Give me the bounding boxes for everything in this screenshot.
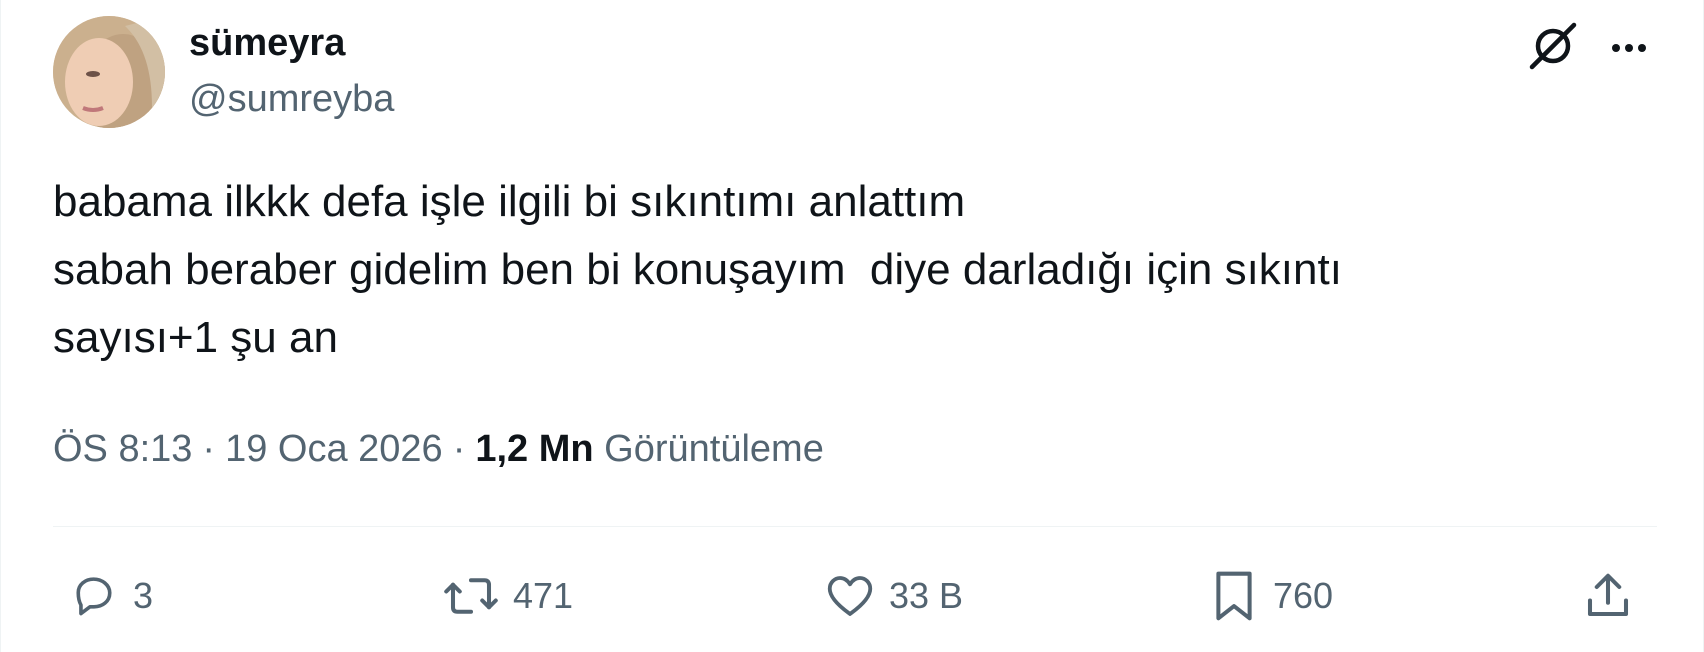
reply-count: 3 — [133, 575, 154, 616]
share-button[interactable] — [1581, 564, 1635, 628]
meta-separator: · — [452, 428, 466, 470]
tweet-text: babama ilkkk defa işle ilgili bi sıkıntı… — [53, 168, 1613, 372]
meta-separator: · — [202, 428, 216, 470]
like-button[interactable]: 33 B — [823, 564, 963, 628]
user-handle[interactable]: @sumreyba — [189, 74, 394, 124]
tweet-card: sümeyra @sumreyba babama ilkkk defa işle… — [0, 0, 1704, 652]
tweet-text-line: babama ilkkk defa işle ilgili bi sıkıntı… — [53, 177, 966, 226]
grok-icon[interactable] — [1525, 18, 1581, 74]
views-label: Görüntüleme — [604, 428, 824, 470]
divider — [53, 526, 1657, 527]
bookmark-button[interactable]: 760 — [1207, 564, 1333, 628]
tweet-text-line: sayısı+1 şu an — [53, 313, 338, 362]
avatar-image — [53, 16, 165, 128]
tweet-text-line: sabah beraber gidelim ben bi konuşayım d… — [53, 245, 1342, 294]
share-icon — [1587, 573, 1629, 617]
reply-icon — [76, 577, 112, 616]
bookmark-count: 760 — [1273, 575, 1334, 616]
avatar[interactable] — [53, 16, 165, 128]
bookmark-icon — [1216, 571, 1252, 621]
tweet-meta: ÖS 8:13 · 19 Oca 2026 · 1,2 Mn Görüntüleme — [53, 420, 824, 478]
reply-button[interactable]: 3 — [67, 564, 153, 628]
more-icon[interactable] — [1605, 24, 1653, 72]
retweet-count: 471 — [513, 575, 574, 616]
retweet-button[interactable]: 471 — [441, 564, 573, 628]
views-count[interactable]: 1,2 Mn — [475, 428, 593, 470]
retweet-icon — [444, 578, 498, 614]
tweet-time[interactable]: ÖS 8:13 — [53, 428, 192, 470]
like-count: 33 B — [889, 575, 964, 616]
tweet-date[interactable]: 19 Oca 2026 — [225, 428, 443, 470]
heart-icon — [827, 576, 873, 616]
display-name[interactable]: sümeyra — [189, 18, 345, 68]
